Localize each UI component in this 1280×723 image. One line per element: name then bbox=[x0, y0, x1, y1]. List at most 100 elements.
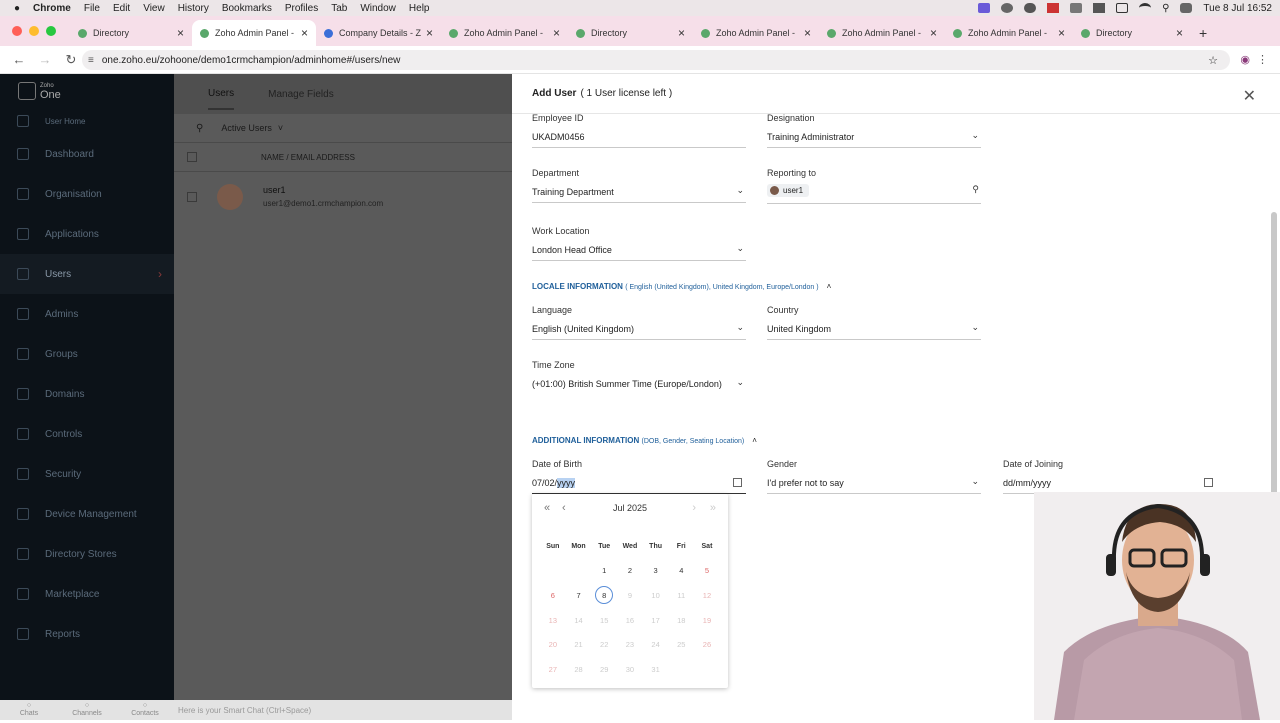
contacts-button[interactable]: ○ Contacts bbox=[116, 702, 174, 718]
calendar-icon[interactable] bbox=[1204, 478, 1213, 487]
calendar-day[interactable]: 3 bbox=[643, 566, 669, 575]
menu-profiles[interactable]: Profiles bbox=[285, 3, 318, 14]
menu-view[interactable]: View bbox=[143, 3, 165, 14]
sidebar-item-domains[interactable]: Domains bbox=[0, 374, 174, 414]
calendar-day[interactable]: 1 bbox=[591, 566, 617, 575]
forward-arrow-icon[interactable]: → bbox=[38, 52, 52, 67]
browser-tab[interactable]: Company Details - Z × bbox=[316, 20, 441, 46]
calendar-day[interactable]: 6 bbox=[540, 591, 566, 600]
department-select[interactable]: Training Department ⌄ bbox=[532, 185, 746, 203]
row-checkbox[interactable] bbox=[187, 192, 197, 202]
close-tab-icon[interactable]: × bbox=[804, 26, 811, 40]
zoom-window-button[interactable] bbox=[46, 26, 56, 36]
sidebar-item-marketplace[interactable]: Marketplace bbox=[0, 574, 174, 614]
sidebar-item-device-management[interactable]: Device Management bbox=[0, 494, 174, 534]
cloud-icon[interactable] bbox=[1024, 3, 1037, 13]
back-arrow-icon[interactable]: ← bbox=[12, 52, 26, 67]
close-tab-icon[interactable]: × bbox=[553, 26, 560, 40]
site-settings-icon[interactable]: ≡ bbox=[88, 55, 94, 66]
close-tab-icon[interactable]: × bbox=[177, 26, 184, 40]
bookmark-star-icon[interactable]: ☆ bbox=[1208, 54, 1218, 67]
status-icon[interactable] bbox=[1001, 3, 1014, 13]
designation-select[interactable]: Training Administrator ⌄ bbox=[767, 130, 981, 148]
channels-button[interactable]: ○ Channels bbox=[58, 702, 116, 718]
menu-help[interactable]: Help bbox=[409, 3, 430, 14]
url-field[interactable]: ≡ one.zoho.eu/zohoone/demo1crmchampion/a… bbox=[82, 50, 1230, 70]
close-tab-icon[interactable]: × bbox=[301, 26, 308, 40]
employee-id-input[interactable]: UKADM0456 bbox=[532, 132, 746, 148]
search-icon[interactable]: ⚲ bbox=[1162, 3, 1169, 14]
apple-icon[interactable]: ● bbox=[14, 3, 20, 14]
browser-tab[interactable]: Directory × bbox=[1073, 20, 1191, 46]
additional-section-header[interactable]: ADDITIONAL INFORMATION (DOB, Gender, Sea… bbox=[532, 436, 757, 445]
menu-bookmarks[interactable]: Bookmarks bbox=[222, 3, 272, 14]
close-icon[interactable]: ✕ bbox=[1243, 86, 1256, 106]
menu-edit[interactable]: Edit bbox=[113, 3, 130, 14]
sidebar-item-groups[interactable]: Groups bbox=[0, 334, 174, 374]
sidebar-item-users[interactable]: Users bbox=[0, 254, 174, 294]
notes-icon[interactable] bbox=[1070, 3, 1083, 13]
browser-tab[interactable]: Zoho Admin Panel - × bbox=[819, 20, 945, 46]
calendar-day[interactable]: 2 bbox=[617, 566, 643, 575]
active-users-filter[interactable]: Active Users bbox=[221, 123, 272, 133]
tab-users[interactable]: Users bbox=[208, 88, 235, 110]
next-year-icon[interactable]: » bbox=[710, 502, 716, 514]
browser-tab[interactable]: Directory × bbox=[70, 20, 192, 46]
control-center-icon[interactable] bbox=[1180, 3, 1193, 13]
reload-icon[interactable]: ↻ bbox=[64, 52, 78, 68]
menu-chrome[interactable]: Chrome bbox=[33, 3, 71, 14]
hand-icon[interactable] bbox=[1093, 3, 1106, 13]
minimize-window-button[interactable] bbox=[29, 26, 39, 36]
browser-tab[interactable]: Zoho Admin Panel - × bbox=[693, 20, 819, 46]
select-all-checkbox[interactable] bbox=[187, 152, 197, 162]
screen-record-icon[interactable] bbox=[978, 3, 991, 13]
language-select[interactable]: English (United Kingdom) ⌄ bbox=[532, 322, 746, 340]
chats-button[interactable]: ○ Chats bbox=[0, 702, 58, 718]
menu-window[interactable]: Window bbox=[360, 3, 396, 14]
calendar-day[interactable]: 5 bbox=[694, 566, 720, 575]
browser-menu-icon[interactable]: ⋮ bbox=[1257, 53, 1268, 66]
calendar-day[interactable]: 4 bbox=[668, 566, 694, 575]
previous-year-icon[interactable]: « bbox=[544, 502, 550, 514]
browser-tab-active[interactable]: Zoho Admin Panel - × bbox=[192, 20, 316, 46]
menu-tab[interactable]: Tab bbox=[331, 3, 347, 14]
sidebar-item-admins[interactable]: Admins bbox=[0, 294, 174, 334]
clock[interactable]: Tue 8 Jul 16:52 bbox=[1203, 3, 1272, 14]
sidebar-item-applications[interactable]: Applications bbox=[0, 214, 174, 254]
close-tab-icon[interactable]: × bbox=[678, 26, 685, 40]
profile-icon[interactable]: ◉ bbox=[1240, 53, 1250, 66]
gender-select[interactable]: I'd prefer not to say ⌄ bbox=[767, 476, 981, 494]
close-window-button[interactable] bbox=[12, 26, 22, 36]
work-location-select[interactable]: London Head Office ⌄ bbox=[532, 243, 746, 261]
battery-icon[interactable] bbox=[1116, 3, 1129, 13]
browser-tab[interactable]: Directory × bbox=[568, 20, 693, 46]
calendar-day[interactable]: 7 bbox=[566, 591, 592, 600]
sidebar-item-user-home[interactable]: User Home bbox=[0, 108, 174, 134]
app-icon[interactable] bbox=[1047, 3, 1060, 13]
close-tab-icon[interactable]: × bbox=[1176, 26, 1183, 40]
sidebar-item-reports[interactable]: Reports bbox=[0, 614, 174, 654]
previous-month-icon[interactable]: ‹ bbox=[562, 502, 566, 514]
sidebar-item-directory-stores[interactable]: Directory Stores bbox=[0, 534, 174, 574]
browser-tab[interactable]: Zoho Admin Panel - × bbox=[441, 20, 568, 46]
sidebar-item-dashboard[interactable]: Dashboard bbox=[0, 134, 174, 174]
time-zone-select[interactable]: (+01:00) British Summer Time (Europe/Lon… bbox=[532, 377, 746, 395]
user-chip[interactable]: user1 bbox=[767, 184, 810, 197]
new-tab-button[interactable]: + bbox=[1191, 20, 1213, 46]
country-select[interactable]: United Kingdom ⌄ bbox=[767, 322, 981, 340]
close-tab-icon[interactable]: × bbox=[426, 26, 433, 40]
sidebar-item-security[interactable]: Security bbox=[0, 454, 174, 494]
menu-file[interactable]: File bbox=[84, 3, 100, 14]
sidebar-item-organisation[interactable]: Organisation bbox=[0, 174, 174, 214]
reporting-to-input[interactable]: user1 ⚲ bbox=[767, 184, 981, 204]
sidebar-item-controls[interactable]: Controls bbox=[0, 414, 174, 454]
wifi-icon[interactable] bbox=[1139, 3, 1152, 13]
smart-chat-input[interactable]: Here is your Smart Chat (Ctrl+Space) bbox=[178, 706, 311, 715]
search-icon[interactable]: ⚲ bbox=[196, 123, 203, 134]
calendar-icon[interactable] bbox=[733, 478, 742, 487]
table-row[interactable]: user1 user1@demo1.crmchampion.com bbox=[174, 172, 512, 222]
close-tab-icon[interactable]: × bbox=[930, 26, 937, 40]
calendar-day-today[interactable]: 8 bbox=[595, 586, 614, 605]
menu-history[interactable]: History bbox=[178, 3, 209, 14]
next-month-icon[interactable]: › bbox=[692, 502, 696, 514]
